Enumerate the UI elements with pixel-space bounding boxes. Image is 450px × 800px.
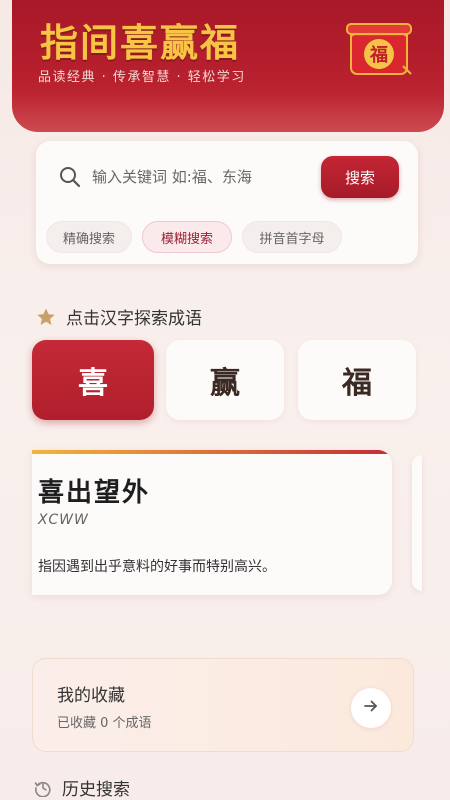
app-header: 指间喜赢福 品读经典 · 传承智慧 · 轻松学习 福: [12, 0, 444, 132]
next-idiom-card-peek[interactable]: [412, 455, 422, 591]
favorites-open-button[interactable]: [351, 688, 391, 728]
idiom-word: 喜出望外: [38, 478, 151, 508]
arrow-right-icon: [362, 697, 380, 719]
search-button[interactable]: 搜索: [321, 156, 399, 198]
char-tile-text: 福: [342, 366, 372, 401]
idiom-definition: 指因遇到出乎意料的好事而特别高兴。: [38, 559, 276, 575]
mode-chip-pinyin[interactable]: 拼音首字母: [242, 221, 342, 253]
favorites-card[interactable]: 我的收藏 已收藏 0 个成语: [32, 658, 414, 752]
char-tile-xi[interactable]: 喜: [32, 340, 154, 420]
idiom-card[interactable]: 喜出望外 XCWW 指因遇到出乎意料的好事而特别高兴。: [32, 450, 392, 595]
history-clock-icon: [34, 779, 52, 798]
fu-badge-char: 福: [369, 44, 388, 66]
app-title: 指间喜赢福: [40, 20, 241, 65]
char-tile-ying[interactable]: 赢: [166, 340, 284, 420]
explore-section-label: 点击汉字探索成语: [36, 304, 202, 329]
char-tile-text: 喜: [78, 366, 108, 401]
page: 指间喜赢福 品读经典 · 传承智慧 · 轻松学习 福 搜索 精确搜索: [0, 0, 450, 800]
fu-envelope-icon: 福: [337, 14, 417, 80]
star-icon: [36, 307, 56, 327]
mode-chip-label: 拼音首字母: [259, 231, 325, 247]
search-input[interactable]: [92, 163, 292, 191]
app-subtitle: 品读经典 · 传承智慧 · 轻松学习: [38, 70, 246, 85]
mode-chip-label: 精确搜索: [62, 231, 115, 247]
favorites-count: 已收藏 0 个成语: [57, 716, 152, 731]
favorites-title: 我的收藏: [57, 686, 125, 706]
mode-chip-label: 模糊搜索: [160, 231, 213, 247]
char-tile-text: 赢: [210, 366, 240, 401]
mode-chip-fuzzy[interactable]: 模糊搜索: [142, 221, 232, 253]
history-section-label: 历史搜索: [34, 775, 130, 800]
search-card: 搜索 精确搜索 模糊搜索 拼音首字母: [36, 141, 418, 264]
explore-label-text: 点击汉字探索成语: [66, 309, 202, 329]
history-label-text: 历史搜索: [62, 780, 130, 800]
mode-chip-exact[interactable]: 精确搜索: [46, 221, 132, 253]
search-icon: [58, 165, 82, 189]
idiom-card-accent-bar: [32, 450, 392, 454]
idiom-pinyin-abbr: XCWW: [38, 512, 89, 528]
char-tile-fu[interactable]: 福: [298, 340, 416, 420]
